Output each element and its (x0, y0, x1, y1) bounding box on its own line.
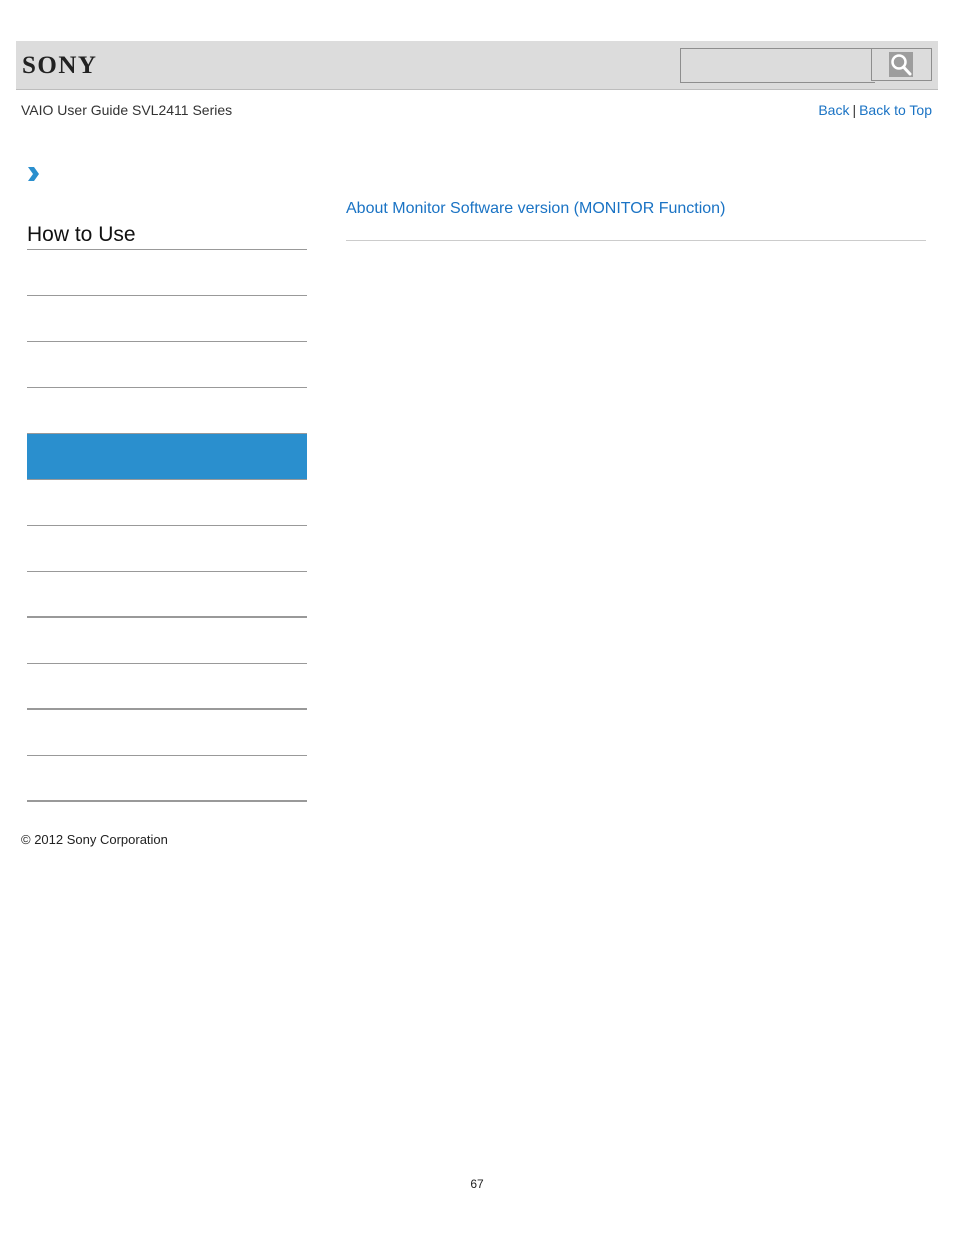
topic-link[interactable]: About Monitor Software version (MONITOR … (346, 200, 725, 218)
sidebar-item[interactable] (27, 388, 307, 434)
copyright: © 2012 Sony Corporation (21, 832, 168, 847)
guide-title: VAIO User Guide SVL2411 Series (21, 102, 233, 118)
back-link[interactable]: Back (818, 102, 849, 118)
sidebar-item[interactable] (27, 710, 307, 756)
back-to-top-link[interactable]: Back to Top (859, 102, 932, 118)
sidebar-item[interactable] (27, 756, 307, 802)
sidebar-item[interactable] (27, 342, 307, 388)
sidebar-item-active[interactable] (27, 434, 307, 480)
sidebar-nav: How to Use (27, 222, 307, 802)
sidebar-item[interactable] (27, 572, 307, 618)
page-number: 67 (470, 1177, 484, 1191)
link-separator: | (852, 102, 857, 118)
sidebar-item[interactable] (27, 480, 307, 526)
sidebar-item[interactable] (27, 296, 307, 342)
sony-logo: SONY (22, 52, 98, 79)
sidebar-item[interactable] (27, 250, 307, 296)
top-navigation-links: Back | Back to Top (818, 102, 932, 118)
chevron-right-icon[interactable] (26, 166, 40, 187)
content-divider (346, 240, 926, 241)
site-header: SONY (16, 41, 938, 90)
search-input[interactable] (680, 48, 875, 83)
sidebar-title: How to Use (27, 222, 307, 250)
sidebar-item[interactable] (27, 664, 307, 710)
sidebar-item[interactable] (27, 618, 307, 664)
sidebar-item[interactable] (27, 526, 307, 572)
search-button[interactable] (871, 48, 932, 81)
magnifier-icon (889, 52, 913, 77)
